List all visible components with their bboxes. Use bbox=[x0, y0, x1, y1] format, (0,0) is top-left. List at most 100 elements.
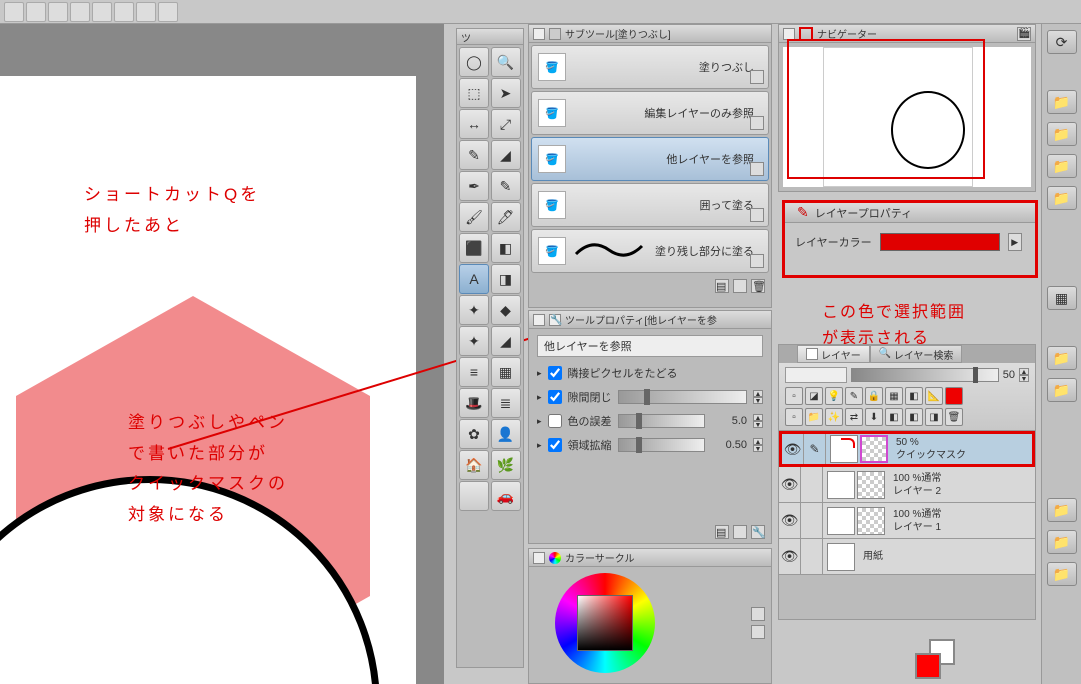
folder-icon[interactable]: 📁 bbox=[1047, 530, 1077, 554]
subtool-title[interactable]: サブツール[塗りつぶし] bbox=[529, 25, 771, 43]
panel-menu-icon[interactable] bbox=[533, 552, 545, 564]
layer-visibility-icon[interactable]: 👁 bbox=[779, 503, 801, 538]
lc-maskapply-icon[interactable]: ◧ bbox=[905, 408, 923, 426]
subtool-item[interactable]: 🪣編集レイヤーのみ参照 bbox=[531, 91, 769, 135]
tool-btn[interactable]: ◢ bbox=[491, 326, 521, 356]
folder-icon[interactable]: 📁 bbox=[1047, 122, 1077, 146]
lc-newfolder-icon[interactable]: 📁 bbox=[805, 408, 823, 426]
tool-btn[interactable]: ⬚ bbox=[459, 78, 489, 108]
subtool-delete-icon[interactable]: 🗑 bbox=[751, 279, 765, 293]
lc-ai-icon[interactable]: ✨ bbox=[825, 408, 843, 426]
folder-icon[interactable]: 📁 bbox=[1047, 154, 1077, 178]
tool-btn[interactable]: ⬛ bbox=[459, 233, 489, 263]
tb-icon[interactable] bbox=[70, 2, 90, 22]
subtool-menu-icon[interactable]: ▤ bbox=[715, 279, 729, 293]
lc-newlayer-icon[interactable]: ▫ bbox=[785, 408, 803, 426]
folder-icon[interactable]: 📁 bbox=[1047, 378, 1077, 402]
tb-icon[interactable] bbox=[158, 2, 178, 22]
tool-btn[interactable]: ✿ bbox=[459, 419, 489, 449]
tool-btn[interactable]: 👤 bbox=[491, 419, 521, 449]
prop-checkbox[interactable] bbox=[548, 438, 562, 452]
lc-ref-icon[interactable]: 💡 bbox=[825, 387, 843, 405]
tool-btn[interactable]: ✒ bbox=[459, 171, 489, 201]
layer-row[interactable]: 👁100 %通常レイヤー 2 bbox=[779, 467, 1035, 503]
panel-menu-icon[interactable] bbox=[780, 346, 796, 362]
expand-icon[interactable]: ▸ bbox=[537, 368, 542, 379]
tb-icon[interactable] bbox=[48, 2, 68, 22]
panel-menu-icon[interactable] bbox=[533, 28, 545, 40]
blend-mode-select[interactable] bbox=[785, 367, 847, 383]
tb-icon[interactable] bbox=[114, 2, 134, 22]
layerprop-title[interactable]: ✎ レイヤープロパティ bbox=[785, 203, 1035, 223]
lc-draft-icon[interactable]: ✎ bbox=[845, 387, 863, 405]
cc-mode-icon[interactable] bbox=[751, 607, 765, 621]
layer-row[interactable]: 👁✎50 %クイックマスク bbox=[779, 431, 1035, 467]
prop-slider[interactable] bbox=[618, 438, 705, 452]
subtool-options-icon[interactable] bbox=[750, 254, 764, 268]
lc-ruler-icon[interactable]: 📐 bbox=[925, 387, 943, 405]
nav-viewport-box[interactable] bbox=[787, 39, 985, 179]
tool-btn[interactable]: ▦ bbox=[491, 357, 521, 387]
tool-btn[interactable]: ◢ bbox=[491, 140, 521, 170]
subtool-options-icon[interactable] bbox=[750, 208, 764, 222]
tool-btn[interactable]: A bbox=[459, 264, 489, 294]
tool-btn[interactable]: ✦ bbox=[459, 295, 489, 325]
tb-icon[interactable] bbox=[4, 2, 24, 22]
tool-btn[interactable]: ≣ bbox=[491, 388, 521, 418]
folder-icon[interactable]: 📁 bbox=[1047, 498, 1077, 522]
folder-icon[interactable]: 📁 bbox=[1047, 186, 1077, 210]
subtool-options-icon[interactable] bbox=[750, 162, 764, 176]
canvas[interactable]: ショートカットQを 押したあと 塗りつぶしやペン で書いた部分が クイックマスク… bbox=[0, 76, 416, 684]
tool-btn[interactable]: ⤢ bbox=[491, 109, 521, 139]
prop-stepper[interactable]: ▲▼ bbox=[753, 390, 763, 404]
layer-row[interactable]: 👁用紙 bbox=[779, 539, 1035, 575]
subtool-options-icon[interactable] bbox=[750, 70, 764, 84]
tool-btn[interactable]: ✎ bbox=[491, 171, 521, 201]
panel-menu-icon[interactable] bbox=[783, 28, 795, 40]
tool-btn[interactable]: 🎩 bbox=[459, 388, 489, 418]
expand-icon[interactable]: ▸ bbox=[537, 392, 542, 403]
layer-edit-col[interactable] bbox=[801, 539, 823, 574]
prop-slider[interactable] bbox=[618, 390, 747, 404]
tool-btn[interactable]: ◨ bbox=[491, 264, 521, 294]
folder-icon[interactable]: 📁 bbox=[1047, 562, 1077, 586]
tool-btn[interactable]: 🖌 bbox=[459, 202, 489, 232]
folder-icon[interactable]: 📁 bbox=[1047, 346, 1077, 370]
tab-layer[interactable]: レイヤー bbox=[797, 345, 870, 363]
lc-maskon-icon[interactable]: ◧ bbox=[905, 387, 923, 405]
layer-color-swatch[interactable] bbox=[880, 233, 1000, 251]
color-square[interactable] bbox=[577, 595, 633, 651]
layer-edit-col[interactable]: ✎ bbox=[804, 434, 826, 464]
opacity-stepper[interactable]: ▲▼ bbox=[1019, 368, 1029, 382]
prop-checkbox[interactable] bbox=[548, 390, 562, 404]
layer-visibility-icon[interactable]: 👁 bbox=[779, 539, 801, 574]
panel-menu-icon[interactable] bbox=[533, 314, 545, 326]
lc-mask2-icon[interactable]: ◨ bbox=[925, 408, 943, 426]
lc-mergedown-icon[interactable]: ⬇ bbox=[865, 408, 883, 426]
toolprop-title[interactable]: 🔧 ツールプロパティ[他レイヤーを参 bbox=[529, 311, 771, 329]
tab-layer-search[interactable]: 🔍レイヤー検索 bbox=[870, 345, 963, 363]
checker-icon[interactable]: ▦ bbox=[1047, 286, 1077, 310]
tool-btn[interactable]: ↔ bbox=[459, 109, 489, 139]
layer-color-arrow[interactable]: ▶ bbox=[1008, 233, 1022, 251]
lc-lock-icon[interactable]: 🔒 bbox=[865, 387, 883, 405]
tool-btn[interactable]: 🔍 bbox=[491, 47, 521, 77]
tool-btn[interactable]: 🚗 bbox=[491, 481, 521, 511]
color-wheel[interactable] bbox=[555, 573, 655, 673]
lc-mask-icon[interactable]: ◧ bbox=[885, 408, 903, 426]
layer-edit-col[interactable] bbox=[801, 467, 823, 502]
tool-btn[interactable]: ✎ bbox=[459, 140, 489, 170]
layer-row[interactable]: 👁100 %通常レイヤー 1 bbox=[779, 503, 1035, 539]
subtool-item[interactable]: 🪣塗り残し部分に塗る bbox=[531, 229, 769, 273]
expand-icon[interactable]: ▸ bbox=[537, 440, 542, 451]
tool-btn[interactable]: ◧ bbox=[491, 233, 521, 263]
subtool-item[interactable]: 🪣他レイヤーを参照 bbox=[531, 137, 769, 181]
navigator-body[interactable] bbox=[783, 47, 1031, 187]
lc-delete-icon[interactable]: 🗑 bbox=[945, 408, 963, 426]
subtool-item[interactable]: 🪣塗りつぶし bbox=[531, 45, 769, 89]
lc-translock-icon[interactable]: ▦ bbox=[885, 387, 903, 405]
tb-icon[interactable] bbox=[92, 2, 112, 22]
folder-icon[interactable]: 📁 bbox=[1047, 90, 1077, 114]
prop-stepper[interactable]: ▲▼ bbox=[753, 438, 763, 452]
expand-icon[interactable]: ▸ bbox=[537, 416, 542, 427]
